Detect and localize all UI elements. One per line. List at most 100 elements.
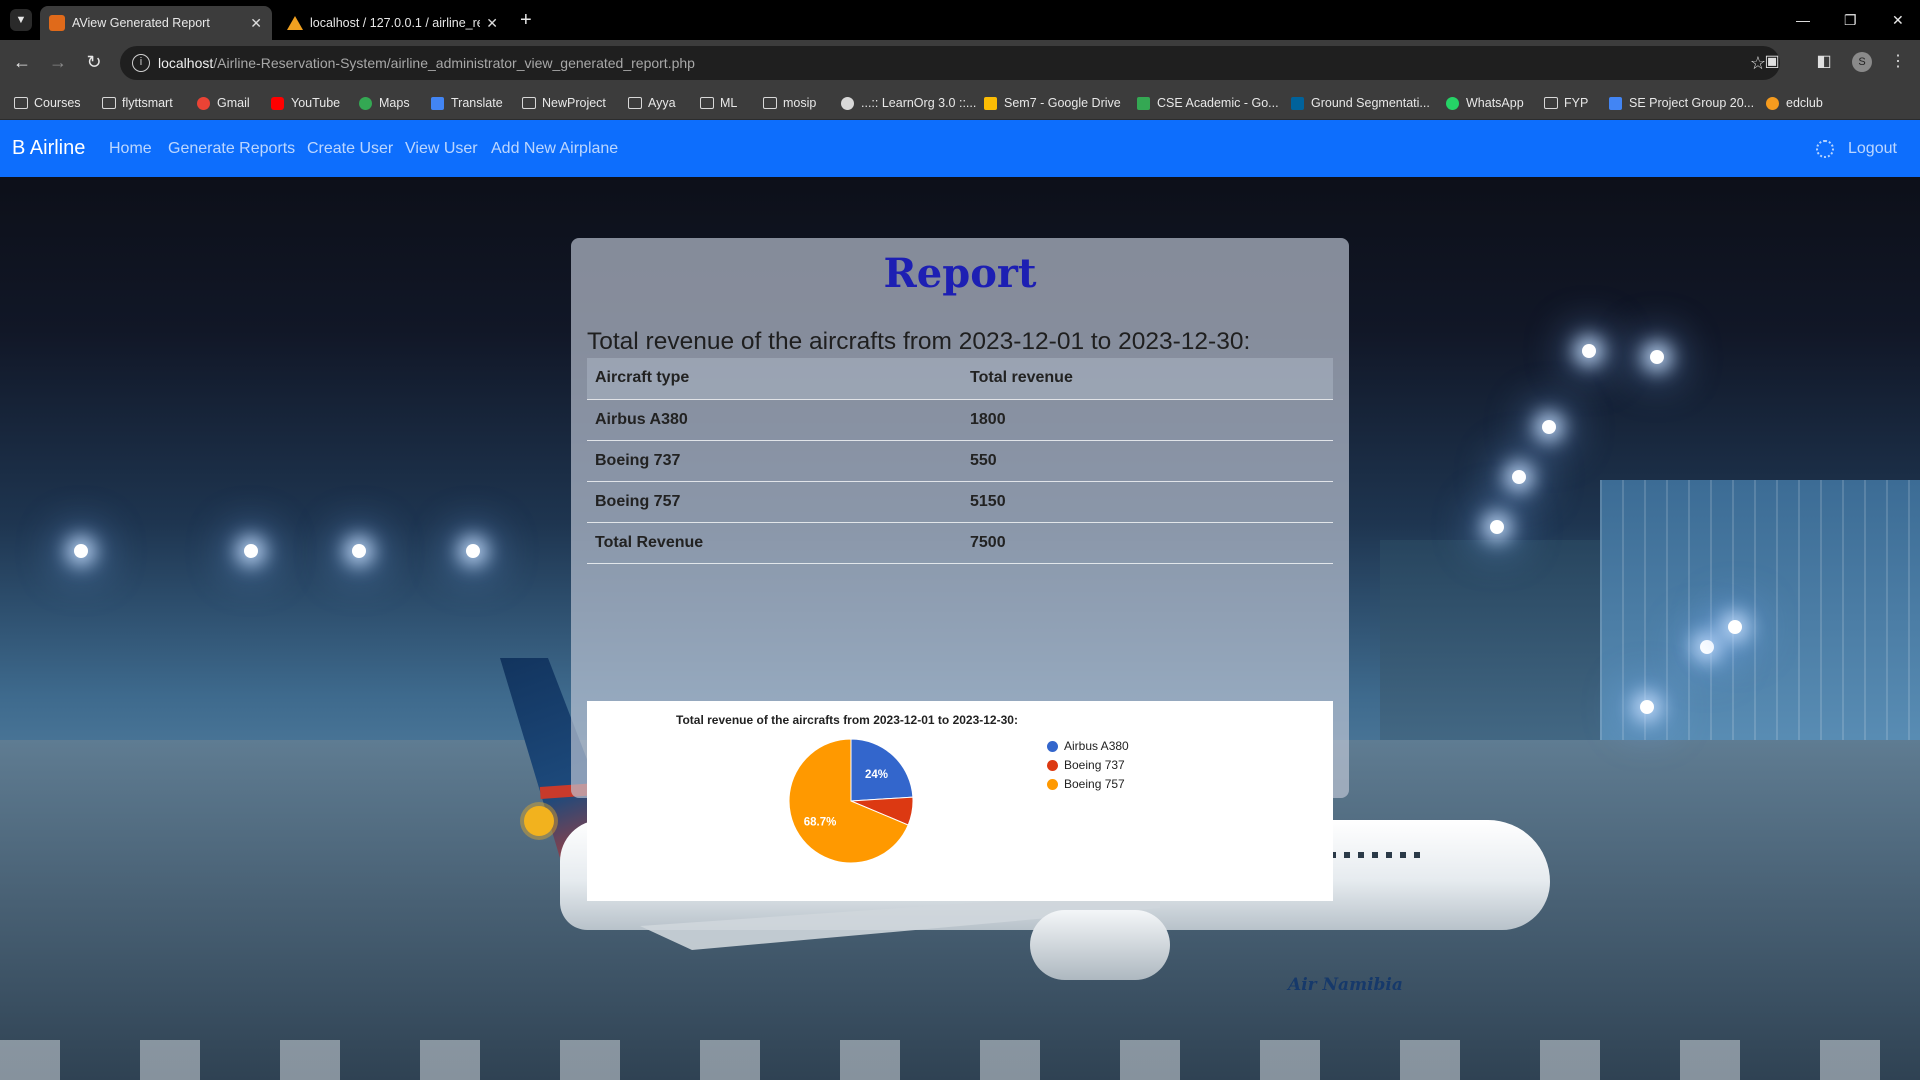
bookmark-gmail[interactable]: Gmail (197, 86, 250, 120)
legend-label: Boeing 737 (1064, 758, 1125, 772)
nav-link-add-new-airplane[interactable]: Add New Airplane (491, 120, 618, 177)
floodlight (1700, 640, 1714, 654)
bookmark-maps[interactable]: Maps (359, 86, 410, 120)
new-tab-button[interactable]: + (520, 8, 532, 32)
table-row: Airbus A380 1800 (587, 399, 1333, 441)
translate-icon (431, 97, 444, 110)
whatsapp-icon (1446, 97, 1459, 110)
bookmark-whatsapp[interactable]: WhatsApp (1446, 86, 1524, 120)
logout-link[interactable]: Logout (1848, 120, 1897, 177)
browser-tab-phpmyadmin[interactable]: localhost / 127.0.0.1 / airline_re ✕ (278, 6, 508, 40)
airline-livery-logo: Air Namibia (1288, 975, 1403, 995)
bookmark-mosip[interactable]: mosip (763, 86, 816, 120)
bookmark-ml[interactable]: ML (700, 86, 737, 120)
slice-percent-label: 68.7% (804, 817, 837, 829)
tail-sun-logo (524, 806, 554, 836)
floodlight (1490, 520, 1504, 534)
google-drive-icon (984, 97, 997, 110)
site-info-icon[interactable]: i (132, 54, 150, 72)
bookmark-flyttsmart[interactable]: flyttsmart (102, 86, 173, 120)
browser-tab-strip: ▼ AView Generated Report ✕ localhost / 1… (0, 0, 1920, 40)
browser-tab-report[interactable]: AView Generated Report ✕ (40, 6, 272, 40)
aircraft-type-cell: Boeing 737 (587, 440, 962, 482)
legend-item[interactable]: Airbus A380 (1047, 737, 1129, 756)
airplane-engine (1030, 910, 1170, 980)
gear-icon[interactable] (1816, 140, 1834, 158)
nav-link-home[interactable]: Home (109, 120, 152, 177)
floodlight (466, 544, 480, 558)
total-revenue-cell: 7500 (962, 522, 1333, 564)
youtube-icon (271, 97, 284, 110)
google-docs-icon (1609, 97, 1622, 110)
tab-title: AView Generated Report (72, 16, 210, 30)
page-viewport: Air Namibia B Airline Home Generate Repo… (0, 120, 1920, 1080)
floodlight (1728, 620, 1742, 634)
revenue-pie-chart: Total revenue of the aircrafts from 2023… (587, 701, 1333, 901)
bookmark-ground-segmentation[interactable]: Ground Segmentati... (1291, 86, 1430, 120)
bookmark-translate[interactable]: Translate (431, 86, 503, 120)
restore-icon[interactable]: ❐ (1844, 8, 1857, 32)
forward-arrow-icon[interactable]: → (46, 50, 70, 74)
bookmark-sem7-drive[interactable]: Sem7 - Google Drive (984, 86, 1121, 120)
window-close-icon[interactable]: ✕ (1892, 8, 1904, 32)
phpmyadmin-favicon-icon (287, 16, 303, 30)
url-input[interactable]: i localhost/Airline-Reservation-System/a… (120, 46, 1780, 80)
bookmark-youtube[interactable]: YouTube (271, 86, 340, 120)
bookmark-cse-academic[interactable]: CSE Academic - Go... (1137, 86, 1279, 120)
reload-icon[interactable]: ↻ (82, 50, 106, 74)
close-icon[interactable]: ✕ (250, 6, 262, 40)
gmail-icon (197, 97, 210, 110)
edclub-icon (1766, 97, 1779, 110)
back-arrow-icon[interactable]: ← (10, 50, 34, 74)
tab-title: localhost / 127.0.0.1 / airline_re (310, 16, 480, 30)
legend-label: Airbus A380 (1064, 739, 1129, 753)
profile-avatar[interactable]: S (1852, 52, 1872, 72)
folder-icon (1544, 97, 1558, 109)
legend-item[interactable]: Boeing 737 (1047, 756, 1129, 775)
bookmark-se-project[interactable]: SE Project Group 20... (1609, 86, 1754, 120)
total-label-cell: Total Revenue (587, 522, 962, 564)
chart-legend: Airbus A380 Boeing 737 Boeing 757 (1047, 737, 1129, 794)
pie-chart-svg: 24% 68.7% (788, 738, 914, 864)
revenue-cell: 5150 (962, 481, 1333, 523)
aircraft-type-cell: Boeing 757 (587, 481, 962, 523)
folder-icon (102, 97, 116, 109)
globe-icon (841, 97, 854, 110)
nav-link-generate-reports[interactable]: Generate Reports (168, 120, 295, 177)
floodlight (1650, 350, 1664, 364)
ieee-icon (1291, 97, 1304, 110)
close-icon[interactable]: ✕ (486, 6, 498, 40)
floodlight (1582, 344, 1596, 358)
nav-link-create-user[interactable]: Create User (307, 120, 393, 177)
address-bar-row: ← → ↻ i localhost/Airline-Reservation-Sy… (0, 40, 1920, 86)
nav-link-view-user[interactable]: View User (405, 120, 478, 177)
tab-search-button[interactable]: ▼ (10, 9, 32, 31)
floodlight (352, 544, 366, 558)
floodlight (244, 544, 258, 558)
column-header-total-revenue: Total revenue (962, 358, 1333, 400)
aircraft-type-cell: Airbus A380 (587, 399, 962, 441)
revenue-table: Aircraft type Total revenue Airbus A380 … (587, 358, 1333, 564)
bookmark-newproject[interactable]: NewProject (522, 86, 606, 120)
bookmark-learnorg[interactable]: ...:: LearnOrg 3.0 ::... (841, 86, 976, 120)
bookmark-ayya[interactable]: Ayya (628, 86, 676, 120)
legend-swatch (1047, 760, 1058, 771)
floodlight (1512, 470, 1526, 484)
bookmark-courses[interactable]: Courses (14, 86, 81, 120)
bookmark-edclub[interactable]: edclub (1766, 86, 1823, 120)
url-text: localhost/Airline-Reservation-System/air… (158, 55, 695, 71)
report-card: Report Total revenue of the aircrafts fr… (571, 238, 1349, 901)
navbar-brand[interactable]: B Airline (12, 120, 85, 177)
report-title: Report (883, 250, 1037, 297)
table-row: Boeing 737 550 (587, 440, 1333, 482)
minimize-icon[interactable]: — (1796, 8, 1810, 32)
legend-swatch (1047, 741, 1058, 752)
more-menu-icon[interactable]: ⋮ (1888, 52, 1908, 72)
side-panel-icon[interactable]: ◧ (1814, 52, 1834, 72)
table-row-total: Total Revenue 7500 (587, 522, 1333, 564)
bookmark-fyp[interactable]: FYP (1544, 86, 1588, 120)
legend-label: Boeing 757 (1064, 777, 1125, 791)
legend-item[interactable]: Boeing 757 (1047, 775, 1129, 794)
extensions-icon[interactable]: ▣ (1762, 52, 1782, 72)
maps-icon (359, 97, 372, 110)
